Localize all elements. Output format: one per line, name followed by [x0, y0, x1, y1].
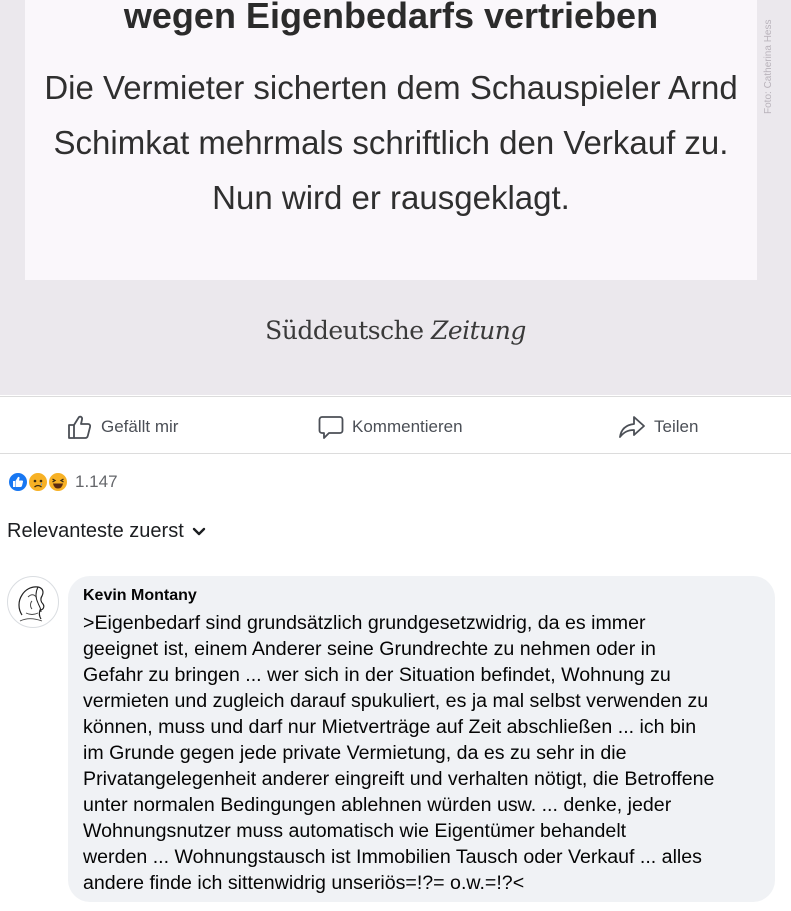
like-label: Gefällt mir [101, 417, 179, 436]
share-arrow-icon [619, 416, 645, 438]
avatar[interactable] [7, 576, 59, 628]
reaction-icons [7, 471, 73, 493]
share-label: Teilen [654, 417, 699, 436]
shared-article-image[interactable]: wegen Eigenbedarfs vertrieben Die Vermie… [0, 0, 791, 395]
comment-button[interactable]: Kommentieren [318, 413, 463, 441]
profile-sketch-icon [18, 586, 45, 622]
comment-author-name[interactable]: Kevin Montany [83, 586, 760, 606]
image-text-panel: wegen Eigenbedarfs vertrieben Die Vermie… [25, 0, 757, 280]
logo-word-2: Zeitung [430, 316, 526, 345]
reactions-summary[interactable]: 1.147 [7, 470, 118, 494]
comment-sort-dropdown[interactable]: Relevanteste zuerst [7, 520, 206, 543]
photo-credit: Foto: Catherina Hess [763, 19, 774, 115]
like-button[interactable]: Gefällt mir [67, 413, 178, 441]
image-body-text: Die Vermieter sicherten dem Schauspieler… [44, 69, 738, 216]
newspaper-logo: Süddeutsche Zeitung [0, 316, 791, 345]
image-headline: wegen Eigenbedarfs vertrieben [123, 0, 659, 36]
comment-bubble-icon [318, 416, 344, 439]
comment-bubble: Kevin Montany >Eigenbedarf sind grundsät… [68, 576, 775, 902]
haha-icon [47, 471, 69, 493]
comment-label: Kommentieren [352, 417, 463, 436]
reaction-count: 1.147 [75, 472, 118, 491]
post-action-bar: Gefällt mir Kommentieren Teilen [0, 396, 791, 454]
sort-label: Relevanteste zuerst [7, 520, 184, 542]
logo-word-1: Süddeutsche [265, 316, 431, 345]
chevron-down-icon [192, 527, 205, 535]
sad-icon [27, 471, 49, 493]
comment-text: >Eigenbedarf sind grundsätzlich grundges… [83, 612, 715, 894]
thumbs-up-icon [68, 415, 92, 439]
share-button[interactable]: Teilen [618, 413, 698, 441]
like-icon [7, 471, 29, 493]
